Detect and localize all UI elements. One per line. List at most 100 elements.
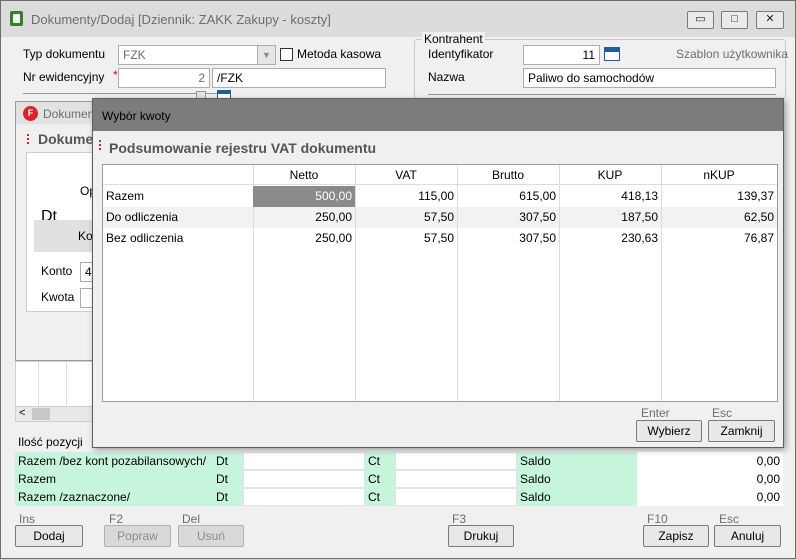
drukuj-hotkey: F3 bbox=[452, 512, 467, 526]
popraw-hotkey: F2 bbox=[109, 512, 124, 526]
chevron-down-icon[interactable]: ▼ bbox=[257, 46, 275, 64]
scroll-thumb[interactable] bbox=[32, 408, 50, 420]
summary-row-dt-value bbox=[243, 452, 365, 470]
summary-row-label: Razem /zaznaczone/ bbox=[15, 488, 213, 506]
summary-row-saldo: Saldo bbox=[517, 470, 637, 488]
cell-nkup[interactable]: 62,50 bbox=[661, 207, 777, 228]
summary-row-label: Razem /bez kont pozabilansowych/ bbox=[15, 452, 213, 470]
metoda-kasowa-label: Metoda kasowa bbox=[297, 47, 382, 61]
column-header-nkup[interactable]: nKUP bbox=[661, 165, 777, 185]
doc-heading: Dokume bbox=[38, 131, 94, 147]
section-heading: Podsumowanie rejestru VAT dokumentu bbox=[109, 140, 377, 156]
row-label[interactable]: Razem bbox=[103, 186, 253, 207]
nazwa-input[interactable]: Paliwo do samochodów bbox=[523, 68, 776, 88]
zapisz-button[interactable]: Zapisz bbox=[643, 525, 709, 547]
cell-netto-selected[interactable]: 500,00 bbox=[253, 186, 355, 207]
doc-heading-marker bbox=[27, 134, 29, 146]
dodaj-hotkey: Ins bbox=[19, 512, 36, 526]
summary-row-ct-value bbox=[395, 470, 517, 488]
typ-dokumentu-select[interactable]: FZK bbox=[118, 45, 276, 65]
main-titlebar[interactable]: Dokumenty/Dodaj [Dziennik: ZAKK Zakupy -… bbox=[1, 1, 795, 37]
row-label[interactable]: Do odliczenia bbox=[103, 207, 253, 228]
column-header-netto[interactable]: Netto bbox=[253, 165, 355, 185]
cell-vat[interactable]: 115,00 bbox=[355, 186, 457, 207]
anuluj-button[interactable]: Anuluj bbox=[714, 525, 781, 547]
cell-kup[interactable]: 187,50 bbox=[559, 207, 661, 228]
summary-row-ct: Ct bbox=[365, 452, 395, 470]
summary-row-dt-value bbox=[243, 470, 365, 488]
wybierz-hotkey: Enter bbox=[641, 406, 670, 420]
wybor-kwoty-dialog: Wybór kwoty Podsumowanie rejestru VAT do… bbox=[92, 98, 784, 448]
summary-row-dt-value bbox=[243, 488, 365, 506]
heading-marker bbox=[99, 140, 101, 152]
doc-window-title: Dokumen bbox=[43, 107, 95, 121]
zamknij-button[interactable]: Zamknij bbox=[708, 420, 775, 442]
column-header bbox=[103, 165, 253, 185]
cell-kup[interactable]: 418,13 bbox=[559, 186, 661, 207]
summary-row-label: Razem bbox=[15, 470, 213, 488]
usun-hotkey: Del bbox=[182, 512, 201, 526]
dialog-titlebar[interactable]: Wybór kwoty bbox=[93, 99, 783, 131]
identyfikator-input[interactable]: 11 bbox=[523, 45, 600, 65]
summary-row-dt: Dt bbox=[213, 470, 243, 488]
dodaj-button[interactable]: Dodaj bbox=[15, 525, 83, 547]
nr-suffix-input[interactable]: /FZK bbox=[212, 68, 386, 88]
summary-row: Razem /bez kont pozabilansowych/ Dt Ct S… bbox=[15, 452, 783, 470]
column-header-kup[interactable]: KUP bbox=[559, 165, 661, 185]
cell-vat[interactable]: 57,50 bbox=[355, 228, 457, 249]
cell-netto[interactable]: 250,00 bbox=[253, 207, 355, 228]
summary-row-value: 0,00 bbox=[637, 452, 783, 470]
metoda-kasowa-checkbox[interactable] bbox=[280, 48, 293, 61]
doc-konto-label: Konto bbox=[41, 264, 73, 278]
cell-brutto[interactable]: 615,00 bbox=[457, 186, 559, 207]
cell-netto[interactable]: 250,00 bbox=[253, 228, 355, 249]
popraw-button[interactable]: Popraw bbox=[104, 525, 171, 547]
app-document-icon bbox=[10, 11, 23, 26]
zamknij-hotkey: Esc bbox=[712, 406, 733, 420]
doc-app-icon: F bbox=[23, 106, 38, 121]
dialog-title: Wybór kwoty bbox=[102, 109, 171, 123]
column-header-brutto[interactable]: Brutto bbox=[457, 165, 559, 185]
cell-nkup[interactable]: 139,37 bbox=[661, 186, 777, 207]
cell-kup[interactable]: 230,63 bbox=[559, 228, 661, 249]
typ-dokumentu-label: Typ dokumentu bbox=[23, 47, 106, 61]
summary-row-ct: Ct bbox=[365, 488, 395, 506]
zapisz-hotkey: F10 bbox=[647, 512, 668, 526]
cell-brutto[interactable]: 307,50 bbox=[457, 228, 559, 249]
dialog-panel: Podsumowanie rejestru VAT dokumentu Nett… bbox=[96, 131, 780, 417]
summary-row-value: 0,00 bbox=[637, 488, 783, 506]
doc-ko-label: Ko bbox=[78, 229, 93, 243]
close-button[interactable]: ✕ bbox=[756, 11, 784, 29]
cell-vat[interactable]: 57,50 bbox=[355, 207, 457, 228]
restore-button[interactable]: □ bbox=[721, 11, 748, 29]
summary-row-saldo: Saldo bbox=[517, 488, 637, 506]
drukuj-button[interactable]: Drukuj bbox=[448, 525, 514, 547]
nazwa-label: Nazwa bbox=[428, 70, 465, 84]
cell-brutto[interactable]: 307,50 bbox=[457, 207, 559, 228]
kontrahent-group-title: Kontrahent bbox=[422, 32, 485, 46]
doc-kwota-label: Kwota bbox=[41, 290, 75, 304]
summary-row-dt: Dt bbox=[213, 452, 243, 470]
summary-row-dt: Dt bbox=[213, 488, 243, 506]
main-window-title: Dokumenty/Dodaj [Dziennik: ZAKK Zakupy -… bbox=[31, 12, 331, 27]
kontrahent-lookup-icon[interactable] bbox=[604, 47, 620, 61]
szablon-uzytkownika-link[interactable]: Szablon użytkownika bbox=[676, 47, 788, 61]
summary-row-ct-value bbox=[395, 488, 517, 506]
summary-row: Razem /zaznaczone/ Dt Ct Saldo 0,00 bbox=[15, 488, 783, 506]
usun-button[interactable]: Usuń bbox=[178, 525, 244, 547]
identyfikator-label: Identyfikator bbox=[428, 47, 494, 61]
required-mark: * bbox=[113, 68, 118, 82]
nr-ewidencyjny-label: Nr ewidencyjny bbox=[23, 70, 105, 84]
summary-row-value: 0,00 bbox=[637, 470, 783, 488]
cell-nkup[interactable]: 76,87 bbox=[661, 228, 777, 249]
row-label[interactable]: Bez odliczenia bbox=[103, 228, 253, 249]
nr-ewidencyjny-input[interactable]: 2 bbox=[118, 68, 210, 88]
scroll-left-icon[interactable]: < bbox=[19, 407, 25, 419]
summary-row-ct: Ct bbox=[365, 470, 395, 488]
column-header-vat[interactable]: VAT bbox=[355, 165, 457, 185]
summary-row: Razem Dt Ct Saldo 0,00 bbox=[15, 470, 783, 488]
minimize-button[interactable]: ▭ bbox=[687, 11, 714, 29]
wybierz-button[interactable]: Wybierz bbox=[636, 420, 702, 442]
horizontal-scrollbar[interactable]: < bbox=[15, 406, 95, 422]
summary-row-ct-value bbox=[395, 452, 517, 470]
